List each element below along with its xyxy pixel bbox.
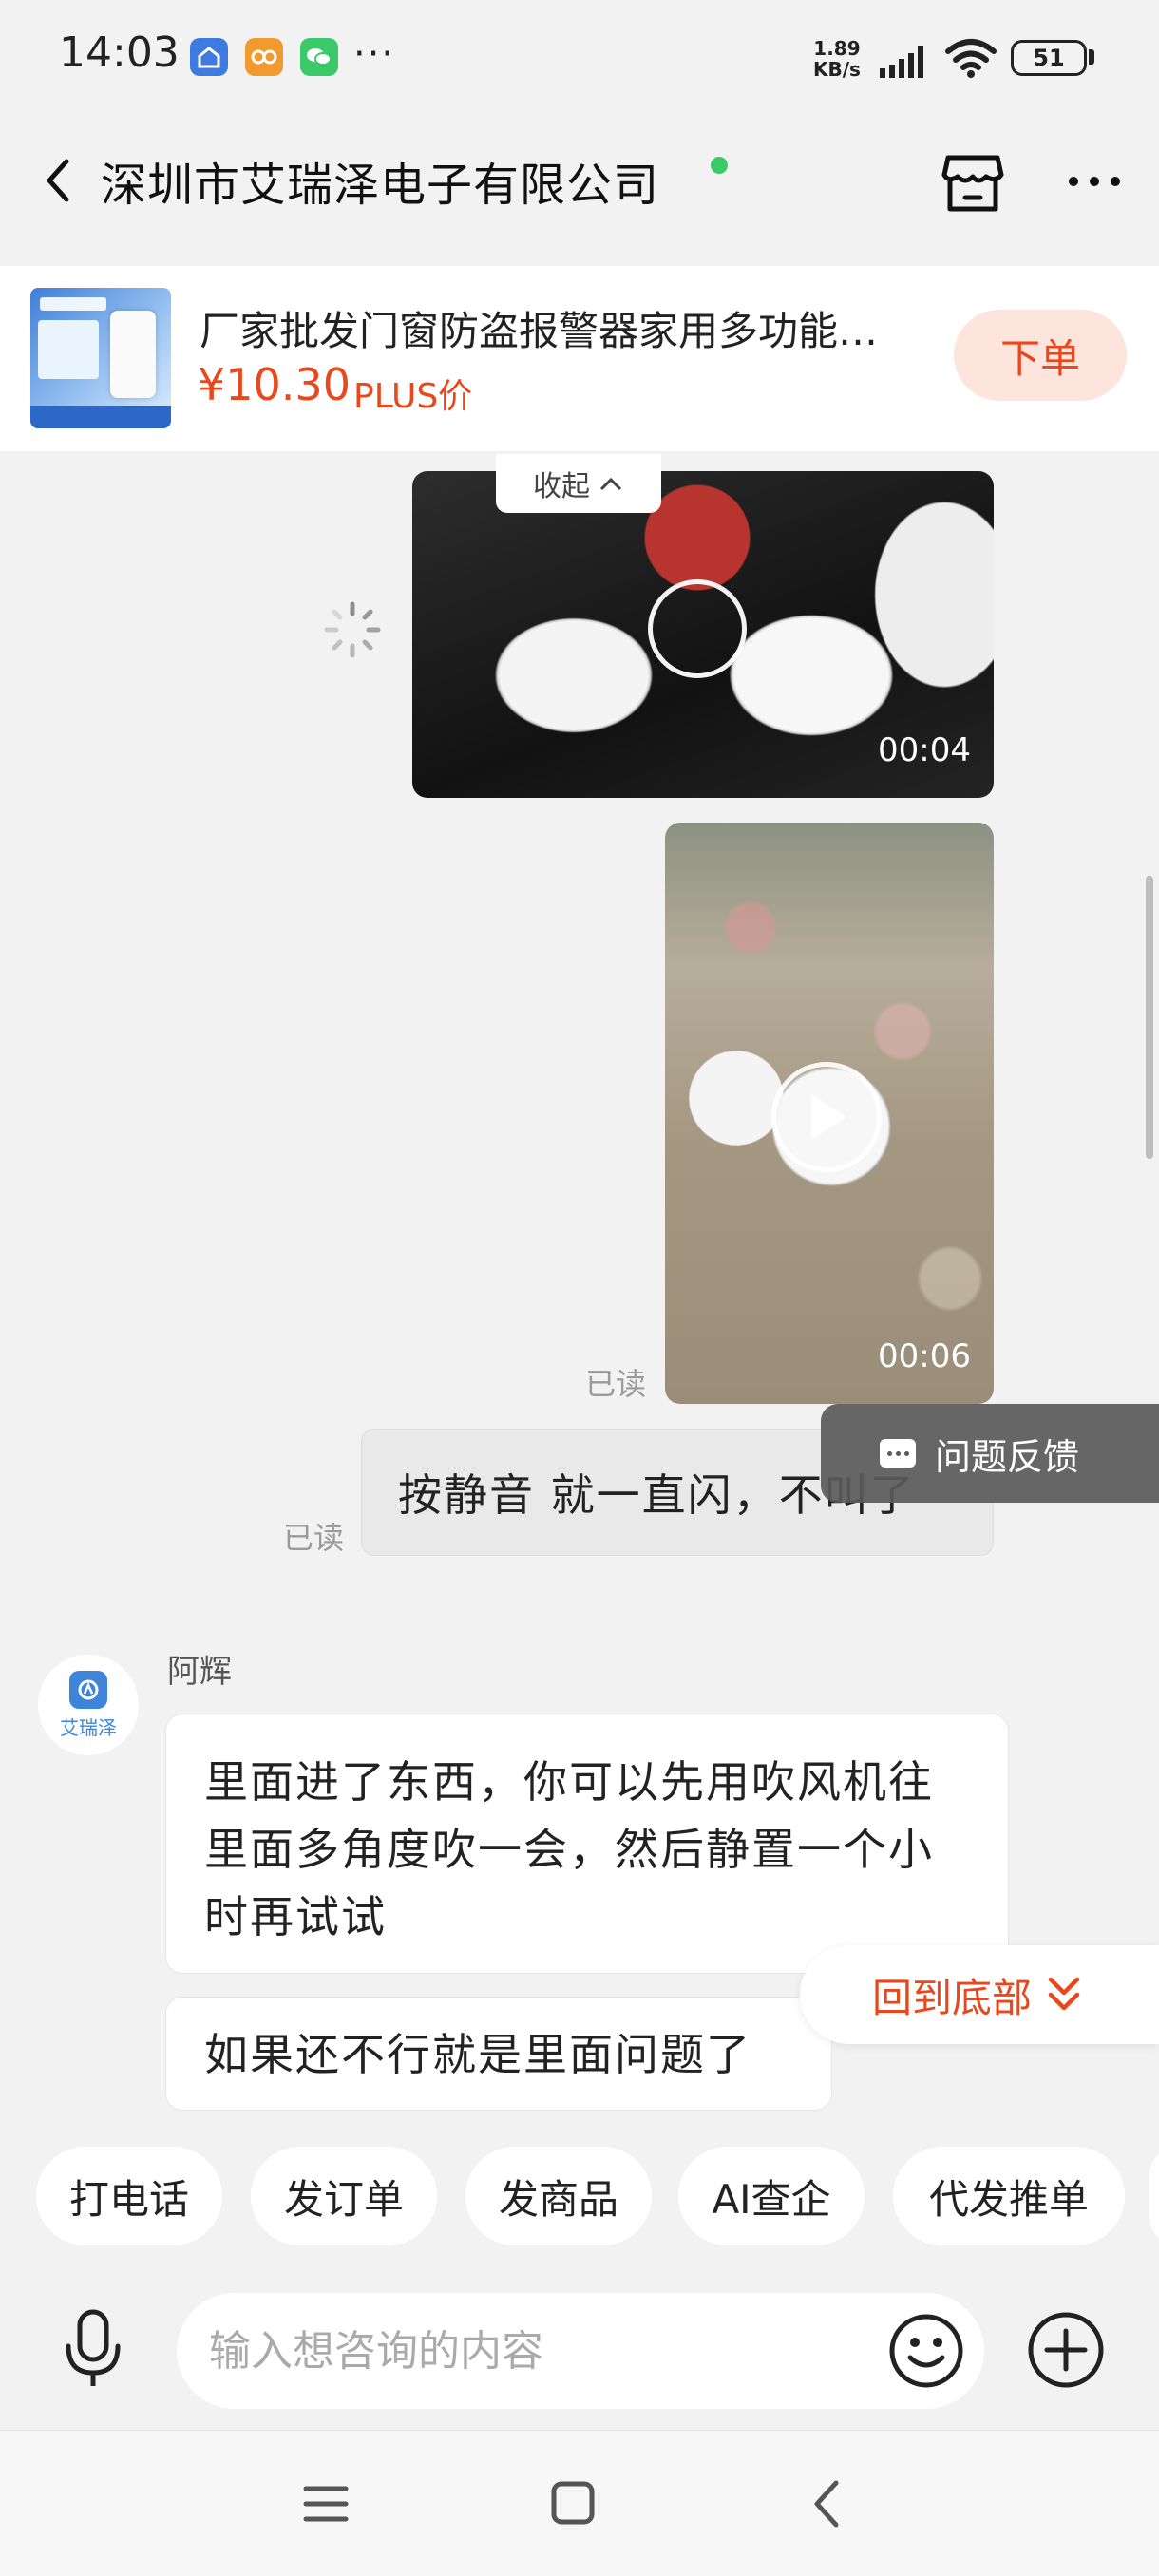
emoji-icon[interactable] (887, 2312, 965, 2390)
game-center-icon (245, 38, 283, 76)
quick-action-ai-company-check[interactable]: AI查企 (678, 2147, 864, 2245)
home-app-icon (190, 38, 228, 76)
signal-icon (880, 46, 923, 78)
network-speed: 1.89 KB/s (813, 38, 861, 80)
network-speed-unit: KB/s (813, 58, 861, 81)
shop-name-title: 深圳市艾瑞泽电子有限公司 (101, 159, 660, 212)
network-speed-value: 1.89 (813, 37, 861, 60)
play-icon[interactable] (771, 1062, 882, 1172)
message-input[interactable] (177, 2293, 984, 2409)
collapse-tab[interactable]: 收起 (496, 454, 661, 513)
double-chevron-down-icon (1048, 1977, 1080, 2011)
plus-circle-icon[interactable] (1026, 2310, 1106, 2390)
home-square-icon[interactable] (549, 2479, 597, 2527)
store-icon[interactable] (939, 150, 1007, 215)
quick-action-send-product[interactable]: 发商品 (466, 2147, 652, 2245)
system-back-icon[interactable] (808, 2477, 846, 2530)
back-arrow-icon[interactable] (34, 150, 84, 211)
quick-action-call[interactable]: 打电话 (36, 2147, 222, 2245)
video-2-duration: 00:06 (878, 1337, 971, 1375)
feedback-button[interactable]: 问题反馈 (821, 1404, 1159, 1503)
battery-level: 51 (1033, 45, 1065, 71)
online-status-dot (711, 157, 728, 174)
scroll-indicator[interactable] (1146, 876, 1153, 1159)
feedback-label: 问题反馈 (935, 1435, 1080, 1478)
agent-message-bubble-2[interactable]: 如果还不行就是里面问题了 (165, 1997, 832, 2111)
battery-indicator: 51 (1011, 40, 1087, 76)
wechat-icon (300, 38, 338, 76)
order-button[interactable]: 下单 (954, 310, 1127, 401)
quick-action-send-order[interactable]: 发订单 (251, 2147, 437, 2245)
avatar-text: 艾瑞泽 (60, 1715, 117, 1739)
recent-apps-icon[interactable] (302, 2483, 350, 2525)
agent-name: 阿辉 (167, 1653, 232, 1691)
quick-action-dropship[interactable]: 代发推单 (893, 2147, 1125, 2245)
video-loading-ring-icon (648, 579, 747, 678)
status-more-indicator: ··· (353, 32, 396, 76)
more-options-icon[interactable] (1064, 157, 1125, 206)
company-logo-icon (69, 1670, 107, 1709)
back-to-bottom-button[interactable]: 回到底部 (800, 1945, 1159, 2044)
agent-message-bubble-1[interactable]: 里面进了东西，你可以先用吹风机往里面多角度吹一会，然后静置一个小时再试试 (165, 1714, 1009, 1974)
status-time: 14:03 (59, 28, 180, 77)
loading-spinner-icon (324, 601, 381, 658)
product-thumbnail[interactable] (30, 288, 171, 428)
agent-avatar[interactable]: 艾瑞泽 (38, 1655, 139, 1755)
microphone-icon[interactable] (57, 2306, 129, 2392)
product-price: ¥10.30 (198, 359, 351, 410)
read-receipt-2: 已读 (283, 1520, 345, 1556)
battery-tip (1089, 49, 1094, 65)
back-to-bottom-label: 回到底部 (872, 1974, 1033, 2021)
product-title: 厂家批发门窗防盗报警器家用多功能… (200, 308, 879, 354)
plus-price-tag: PLUS价 (353, 377, 473, 416)
video-1-duration: 00:04 (878, 731, 971, 769)
wifi-icon (945, 39, 997, 78)
collapse-label: 收起 (533, 470, 590, 503)
chat-bubble-icon (880, 1439, 916, 1468)
read-receipt-1: 已读 (585, 1366, 647, 1402)
chevron-up-icon (599, 477, 622, 491)
